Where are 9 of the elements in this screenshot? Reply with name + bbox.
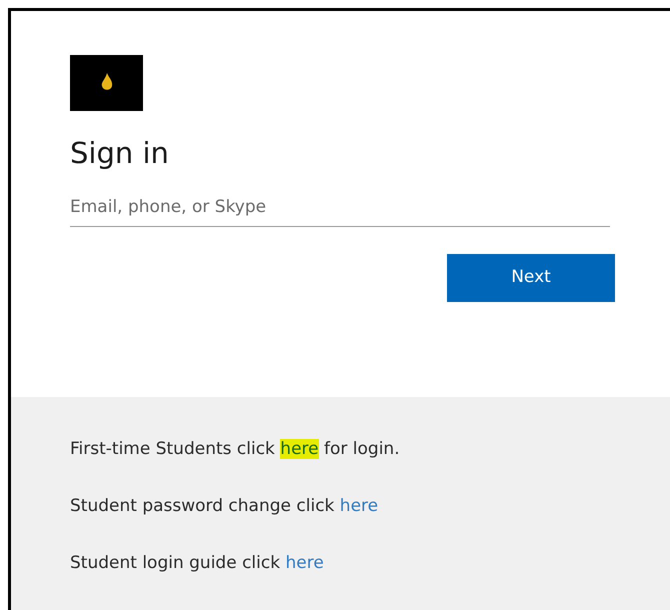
help-text: Student login guide click here [70, 552, 325, 575]
here-link[interactable]: here [285, 553, 324, 573]
here-link[interactable]: here [280, 439, 319, 459]
help-text: Student password change click here [70, 495, 380, 518]
here-link[interactable]: here [340, 496, 378, 516]
sign-in-title: Sign in [70, 135, 170, 171]
email-field[interactable]: Email, phone, or Skype [70, 187, 610, 227]
help-text: First-time Students click here for login. [70, 438, 401, 461]
next-button[interactable]: Next [447, 254, 615, 302]
